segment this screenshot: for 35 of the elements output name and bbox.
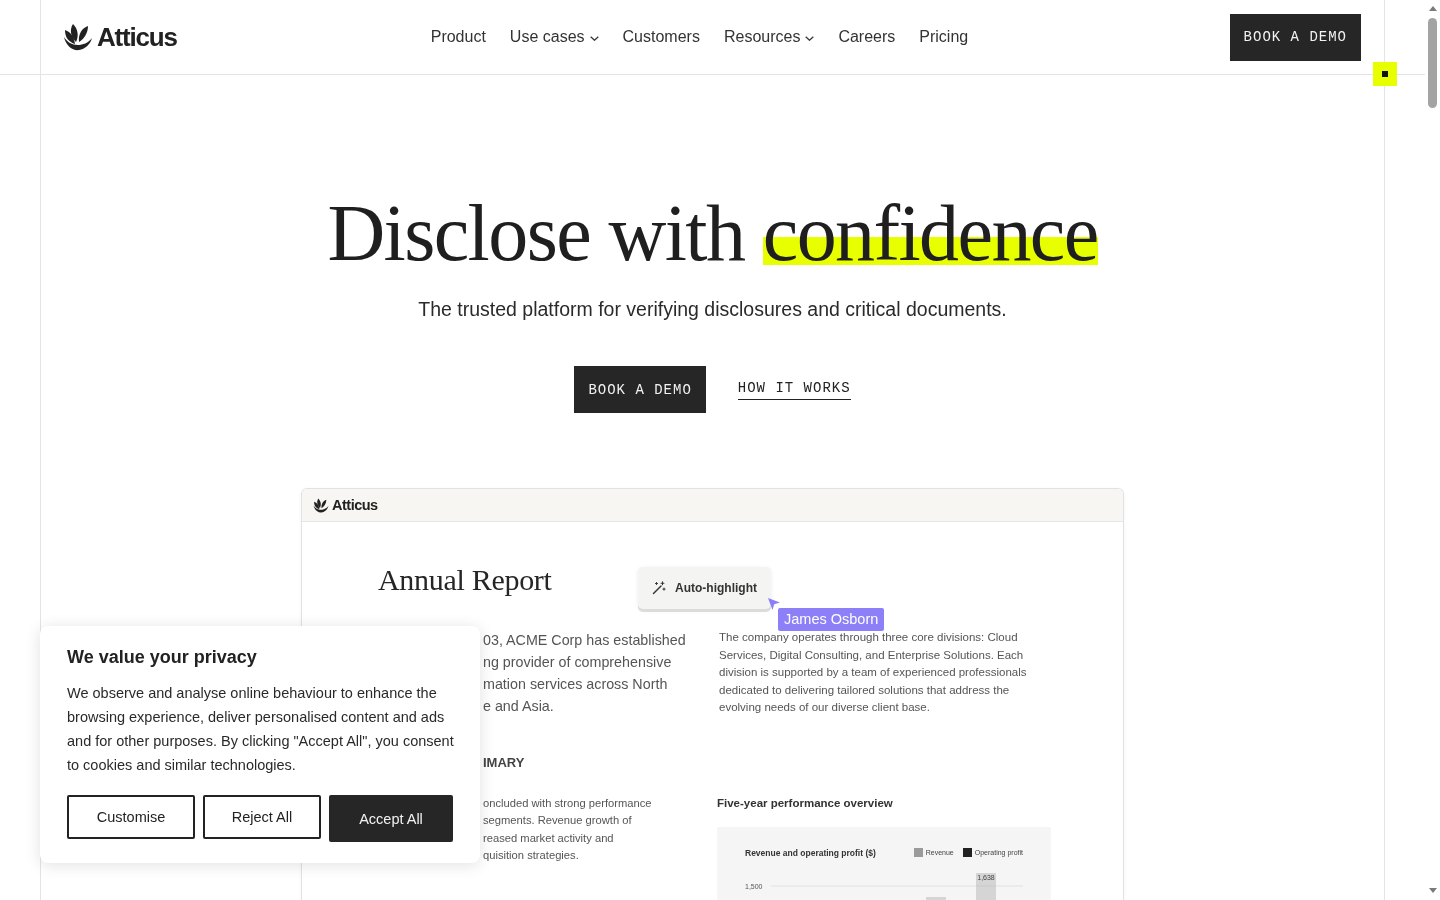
scroll-up-icon[interactable] — [1428, 6, 1437, 11]
section-heading: IMARY — [483, 755, 525, 771]
nav-link[interactable]: Customers — [622, 28, 700, 46]
scrollbar-thumb[interactable] — [1428, 18, 1437, 108]
how-it-works-link[interactable]: HOW IT WORKS — [737, 379, 851, 400]
chart-heading: Five-year performance overview — [717, 795, 893, 811]
cookie-button[interactable]: Customise — [67, 795, 195, 839]
nav-link[interactable]: Resources — [723, 28, 815, 46]
book-demo-button[interactable]: BOOK A DEMO — [1229, 13, 1361, 61]
document-title: Annual Report — [378, 562, 552, 598]
hero-subtitle: The trusted platform for verifying disclosures and critical documents. — [418, 297, 1007, 321]
chart-title: Revenue and operating profit ($) — [745, 847, 876, 858]
cookie-title: We value your privacy — [67, 646, 258, 668]
leaves-logo-icon — [313, 497, 329, 513]
body-text: oncluded with strong performance segments. Revenue growth of reased market activity and quisition strategies. — [483, 796, 652, 864]
cookie-button[interactable]: Accept All — [329, 795, 453, 842]
leaves-logo-icon — [63, 23, 93, 51]
auto-highlight-button[interactable]: Auto-highlight — [638, 567, 771, 609]
book-demo-button[interactable]: BOOK A DEMO — [574, 366, 706, 413]
scroll-down-icon[interactable] — [1428, 888, 1437, 893]
cookie-text: We observe and analyse online behaviour to enhance the browsing experience, deliver personalised content and ads and for other purposes. By clicking "Accept All", you consent to cookies and similar technologies. — [67, 684, 455, 775]
app-name: Atticus — [332, 497, 378, 513]
chart-bar — [976, 872, 996, 900]
nav-link[interactable]: Careers — [838, 28, 896, 46]
cookie-button[interactable]: Reject All — [203, 795, 321, 839]
cursor-arrow-icon — [768, 598, 780, 610]
body-text: The company operates through three core divisions: Cloud Services, Digital Consulting, and Enterprise Solutions. Each division is supported by a team of experienced professionals dedicated to delivering tailored solutions that address the evolving needs of our diverse client base. — [719, 630, 1028, 716]
logo-link[interactable]: Atticus — [63, 21, 177, 53]
collaborator-name-tag: James Osborn — [778, 608, 885, 631]
body-text: 03, ACME Corp has established ng provider of comprehensive mation services across North e and Asia. — [483, 631, 686, 716]
nav-link[interactable]: Pricing — [919, 28, 969, 46]
nav-link[interactable]: Use cases — [509, 28, 599, 46]
chart-bar — [926, 896, 946, 900]
nav-link[interactable]: Product — [430, 28, 486, 46]
magic-wand-icon — [652, 581, 666, 595]
